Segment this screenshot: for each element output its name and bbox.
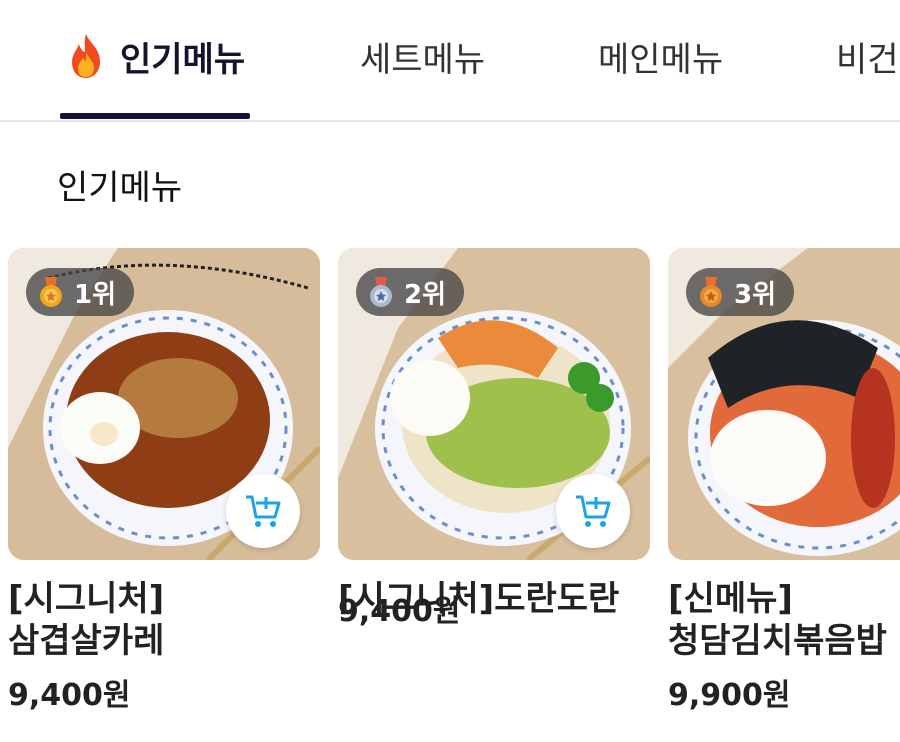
category-tab-bar: 인기메뉴 세트메뉴 메인메뉴 비건 <box>0 0 900 122</box>
product-name-line: 청담김치볶음밥 <box>668 621 887 661</box>
rank-label: 3위 <box>734 279 777 310</box>
section-title: 인기메뉴 <box>57 168 183 208</box>
product-image[interactable]: 3위 <box>668 248 900 560</box>
add-to-cart-icon <box>576 495 611 527</box>
product-name[interactable]: [시그니처] 삼겹살카레 <box>8 578 320 662</box>
product-card[interactable]: 1위 [시그니처] 삼겹살카레 9,400원 <box>8 248 320 714</box>
tab-set-menu[interactable]: 세트메뉴 <box>360 28 485 84</box>
tab-label: 세트메뉴 <box>360 39 486 80</box>
product-image[interactable]: 2위 <box>338 248 650 560</box>
tab-label: 인기메뉴 <box>120 39 246 80</box>
product-price: 9,900원 <box>668 678 791 713</box>
tab-label: 메인메뉴 <box>598 39 724 80</box>
silver-medal-icon <box>370 277 392 307</box>
active-tab-indicator <box>60 113 250 119</box>
tab-vegan[interactable]: 비건 <box>836 28 899 84</box>
rank-badge: 2위 <box>356 268 465 316</box>
bronze-medal-icon <box>700 277 722 307</box>
product-name-line: [신메뉴] <box>668 579 793 619</box>
rank-badge: 3위 <box>686 268 795 316</box>
tab-main-menu[interactable]: 메인메뉴 <box>598 28 723 84</box>
add-to-cart-icon <box>246 495 281 527</box>
rank-badge: 1위 <box>26 268 135 316</box>
fire-icon <box>72 34 100 78</box>
product-name[interactable]: [신메뉴] 청담김치볶음밥 <box>668 578 900 662</box>
add-to-cart-button[interactable] <box>226 474 300 548</box>
product-card[interactable]: 3위 [신메뉴] 청담김치볶음밥 9,900원 <box>668 248 900 714</box>
gold-medal-icon <box>40 277 62 307</box>
product-card[interactable]: 2위 [시그니처]도란도란 9,400원 <box>338 248 650 630</box>
tab-popular-menu[interactable]: 인기메뉴 <box>66 28 245 84</box>
product-price: 9,400원 <box>8 678 131 713</box>
tab-label: 비건 <box>836 39 899 80</box>
product-name-line: 삼겹살카레 <box>8 621 165 661</box>
rank-label: 1위 <box>74 279 117 310</box>
add-to-cart-button[interactable] <box>556 474 630 548</box>
rank-label: 2위 <box>404 279 447 310</box>
product-name-line: [시그니처] <box>8 579 165 619</box>
product-image[interactable]: 1위 <box>8 248 320 560</box>
